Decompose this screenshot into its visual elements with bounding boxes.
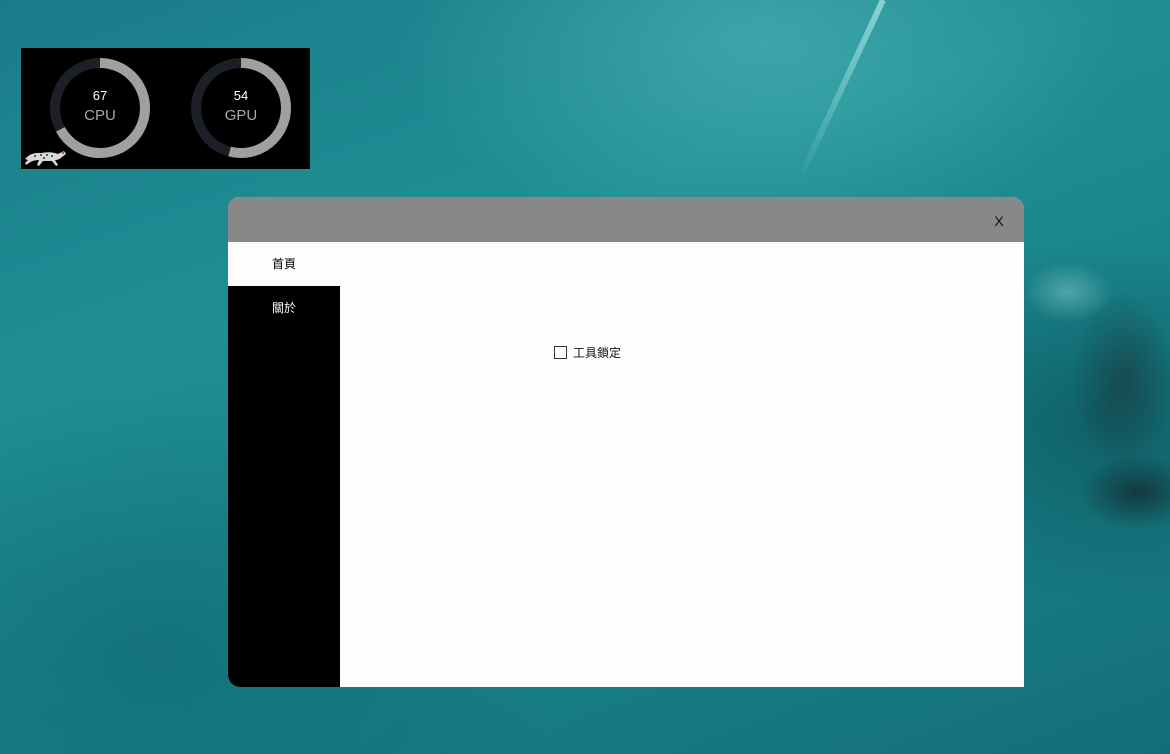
gpu-label: GPU [224, 107, 258, 124]
app-window: X 首頁 關於 工具鎖定 [228, 197, 1024, 687]
cheetah-icon [25, 151, 66, 166]
gpu-gauge: 54 GPU [191, 58, 291, 158]
tool-lock-checkbox-row[interactable]: 工具鎖定 [554, 344, 621, 360]
title-bar[interactable]: X [228, 197, 1024, 242]
cpu-value: 67 [92, 88, 108, 103]
light-ray [795, 0, 886, 183]
tool-lock-checkbox[interactable] [554, 345, 567, 359]
sidebar: 首頁 關於 [228, 242, 340, 687]
sidebar-item-about[interactable]: 關於 [228, 286, 340, 330]
close-button[interactable]: X [992, 213, 1006, 229]
wallpaper-diver [1028, 262, 1170, 532]
cpu-label: CPU [84, 107, 116, 124]
hardware-monitor-widget: 67 CPU 54 GPU [21, 48, 310, 169]
tool-lock-label[interactable]: 工具鎖定 [573, 344, 621, 361]
main-content: 工具鎖定 [340, 242, 1024, 687]
sidebar-item-home[interactable]: 首頁 [228, 242, 340, 286]
gpu-value: 54 [233, 88, 249, 103]
